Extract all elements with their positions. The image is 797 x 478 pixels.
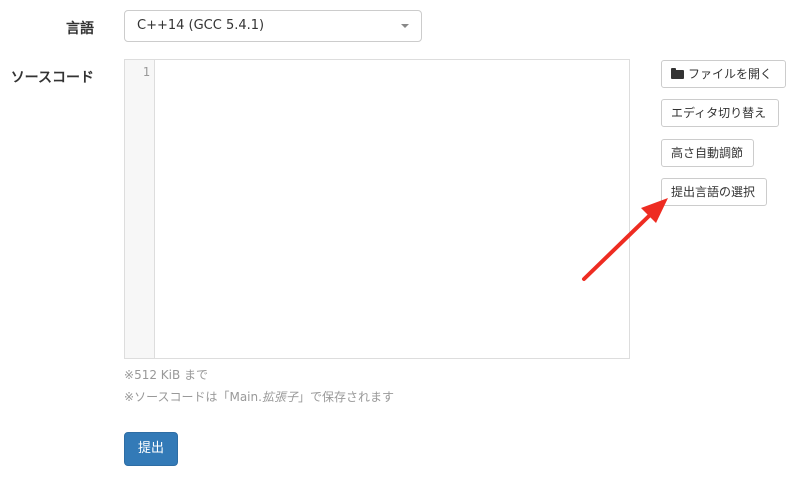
red-arrow-icon: [582, 198, 668, 281]
